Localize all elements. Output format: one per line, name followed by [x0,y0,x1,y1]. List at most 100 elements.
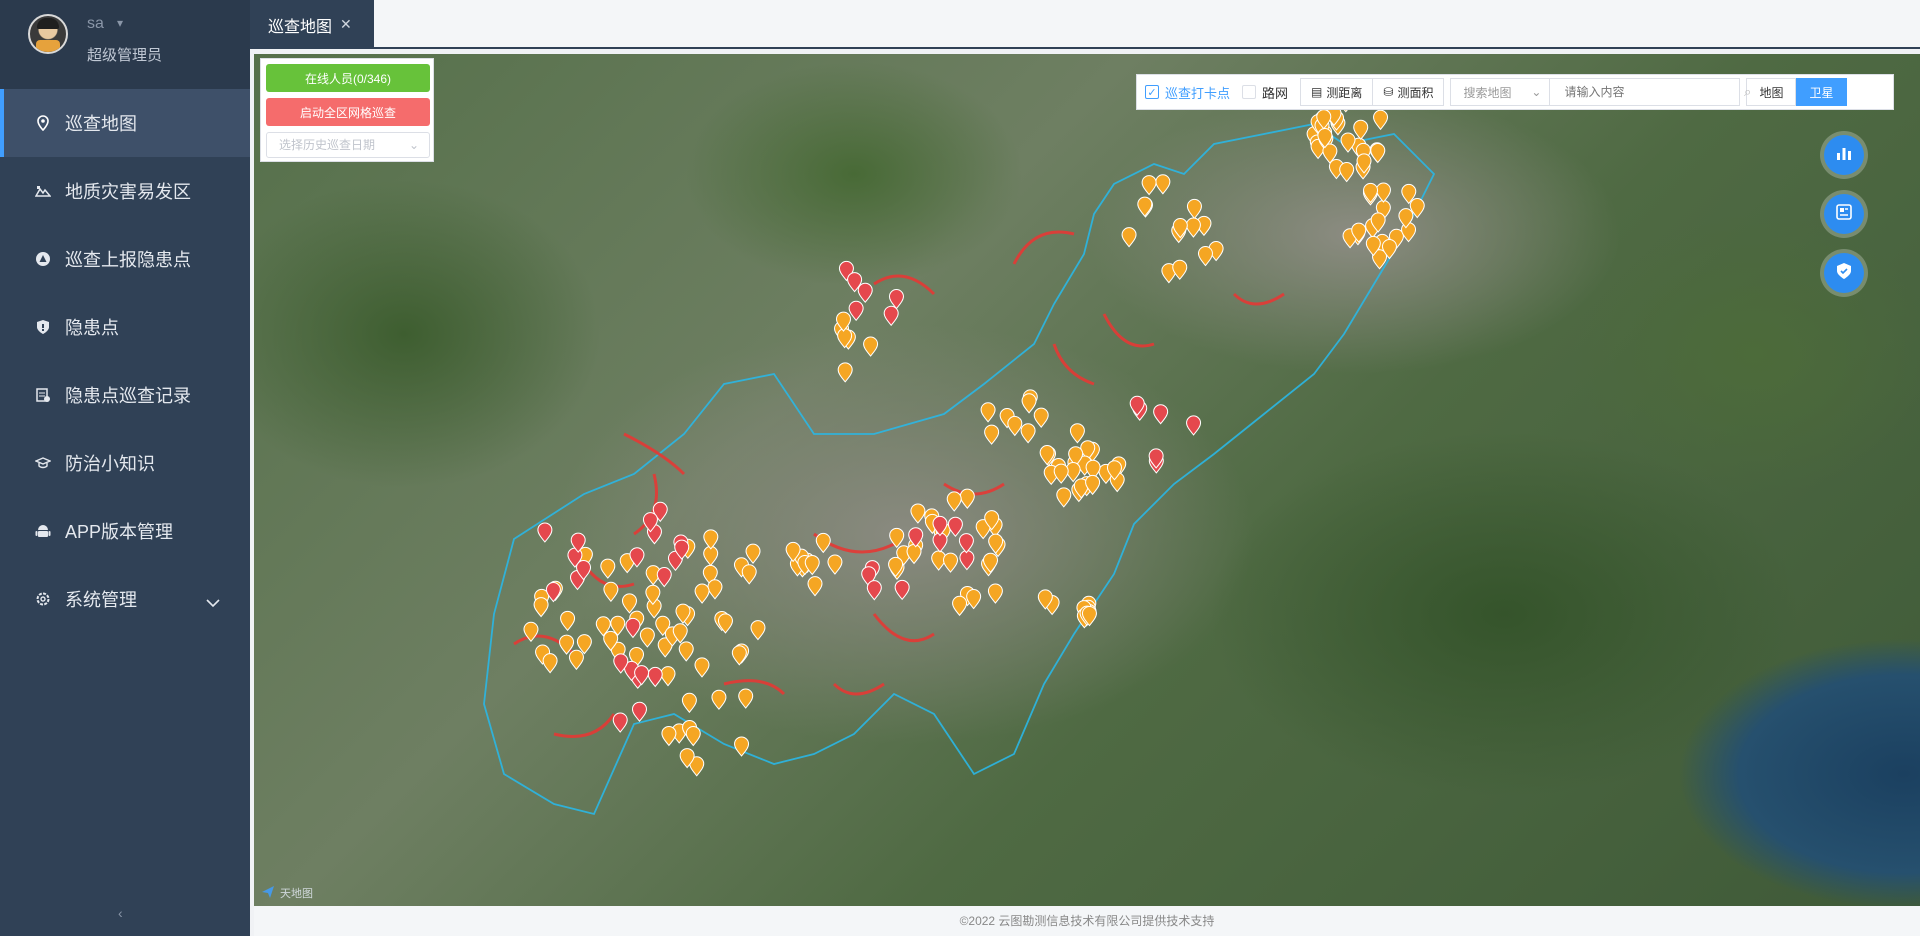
checkin-marker[interactable] [827,554,843,575]
checkin-marker[interactable] [1121,227,1137,248]
checkin-marker[interactable] [745,543,761,564]
sidebar-item-hazard-zone[interactable]: 地质灾害易发区 [0,157,250,225]
checkin-marker[interactable] [943,552,959,573]
checkin-marker[interactable] [1021,393,1037,414]
hazard-marker[interactable] [894,579,910,601]
search-type-select[interactable]: 搜索地图 ⌄ [1450,78,1551,106]
map-type-map-button[interactable]: 地图 [1746,78,1797,106]
start-grid-patrol-button[interactable]: 启动全区网格巡查 [266,98,430,126]
checkin-marker[interactable] [946,491,962,512]
hazard-marker[interactable] [848,300,864,322]
checkin-marker[interactable] [717,613,733,634]
checkin-marker[interactable] [694,657,710,678]
sidebar-item-hazard-points[interactable]: 隐患点 [0,293,250,361]
checkin-marker[interactable] [1363,182,1379,204]
checkin-marker[interactable] [1053,463,1069,484]
checkin-marker[interactable] [1373,109,1389,131]
checkin-marker[interactable] [560,610,576,632]
checkin-marker[interactable] [1186,198,1202,220]
checkin-marker[interactable] [984,424,1000,445]
security-badge-button[interactable] [1824,253,1864,293]
close-icon[interactable]: ✕ [340,16,352,33]
checkin-marker[interactable] [711,689,727,710]
checkin-marker[interactable] [952,595,968,617]
hazard-marker[interactable] [1186,415,1202,436]
hazard-marker[interactable] [1153,404,1169,425]
checkin-marker[interactable] [837,362,853,383]
user-name[interactable]: sa [87,15,104,33]
checkin-marker[interactable] [542,653,558,674]
hazard-marker[interactable] [959,550,975,571]
hazard-marker[interactable] [647,666,663,688]
checkin-marker[interactable] [807,576,823,597]
sidebar-item-prevention-tips[interactable]: 防治小知识 [0,429,250,497]
checkin-marker[interactable] [906,543,922,565]
search-icon[interactable]: ⌕ [1744,84,1751,100]
checkin-marker[interactable] [685,726,701,747]
map-type-satellite-button[interactable]: 卫星 [1796,78,1847,106]
measure-distance-button[interactable]: ▤ 测距离 [1300,78,1374,106]
hazard-marker[interactable] [612,712,628,733]
checkin-marker[interactable] [703,529,719,550]
checkin-marker[interactable] [1370,142,1386,164]
checkin-marker[interactable] [533,597,549,618]
hazard-marker[interactable] [947,516,963,538]
hazard-marker[interactable] [625,617,641,639]
sidebar-item-patrol-map[interactable]: 巡查地图 [0,89,250,157]
checkin-marker[interactable] [731,645,747,666]
hazard-marker[interactable] [866,580,882,601]
tab-patrol-map[interactable]: 巡查地图 ✕ [250,0,374,49]
document-card-button[interactable] [1824,194,1864,234]
checkin-marker[interactable] [1185,217,1201,238]
sidebar-item-system-management[interactable]: 系统管理 [0,565,250,633]
checkin-marker[interactable] [980,402,996,423]
checkin-marker[interactable] [1141,175,1157,196]
hazard-marker[interactable] [631,701,647,722]
checkin-marker[interactable] [681,692,697,714]
hazard-marker[interactable] [537,522,553,543]
hazard-marker[interactable] [883,305,899,327]
checkin-marker[interactable] [600,558,616,579]
chevron-down-icon[interactable]: ▾ [117,16,123,30]
checkin-marker[interactable] [678,641,694,662]
sidebar-collapse-button[interactable]: ‹ [118,905,123,921]
checkin-marker[interactable] [661,725,677,747]
checkin-marker[interactable] [1020,423,1036,444]
checkin-marker[interactable] [738,688,754,709]
checkin-marker[interactable] [959,488,975,509]
checkin-marker[interactable] [1353,119,1369,141]
checkin-marker[interactable] [750,620,766,641]
hazard-marker[interactable] [888,289,904,310]
checkin-marker[interactable] [863,336,879,357]
statistics-button[interactable] [1824,135,1864,175]
avatar[interactable] [28,14,68,54]
checkin-marker[interactable] [1033,407,1049,428]
checkin-marker[interactable] [1155,174,1171,195]
road-network-checkbox[interactable]: 路网 [1242,83,1288,102]
checkin-marker[interactable] [660,666,676,687]
hazard-marker[interactable] [656,567,672,588]
satellite-map[interactable]: 天地图 [254,54,1920,906]
checkin-marker[interactable] [639,627,655,648]
sidebar-item-app-version[interactable]: APP版本管理 [0,497,250,565]
hazard-marker[interactable] [958,533,974,554]
history-date-select[interactable]: 选择历史巡查日期 ⌄ [266,132,430,158]
checkin-marker[interactable] [621,593,637,614]
checkin-marker[interactable] [1339,162,1355,183]
checkin-marker[interactable] [987,583,1003,604]
checkin-marker[interactable] [568,649,584,671]
checkin-marker[interactable] [741,564,757,585]
online-staff-button[interactable]: 在线人员(0/346) [266,64,430,92]
hazard-marker[interactable] [857,282,873,304]
checkin-marker[interactable] [1056,487,1072,508]
checkin-marker[interactable] [910,503,926,524]
checkin-marker[interactable] [815,532,831,554]
checkin-marker[interactable] [1137,196,1153,217]
checkin-marker[interactable] [707,579,723,600]
sidebar-item-reported-hazards[interactable]: 巡查上报隐患点 [0,225,250,293]
checkin-marker[interactable] [1069,423,1085,444]
checkin-marker[interactable] [603,581,619,603]
checkin-marker[interactable] [694,583,710,604]
checkin-marker[interactable] [1197,246,1213,267]
checkin-marker[interactable] [1172,259,1188,280]
